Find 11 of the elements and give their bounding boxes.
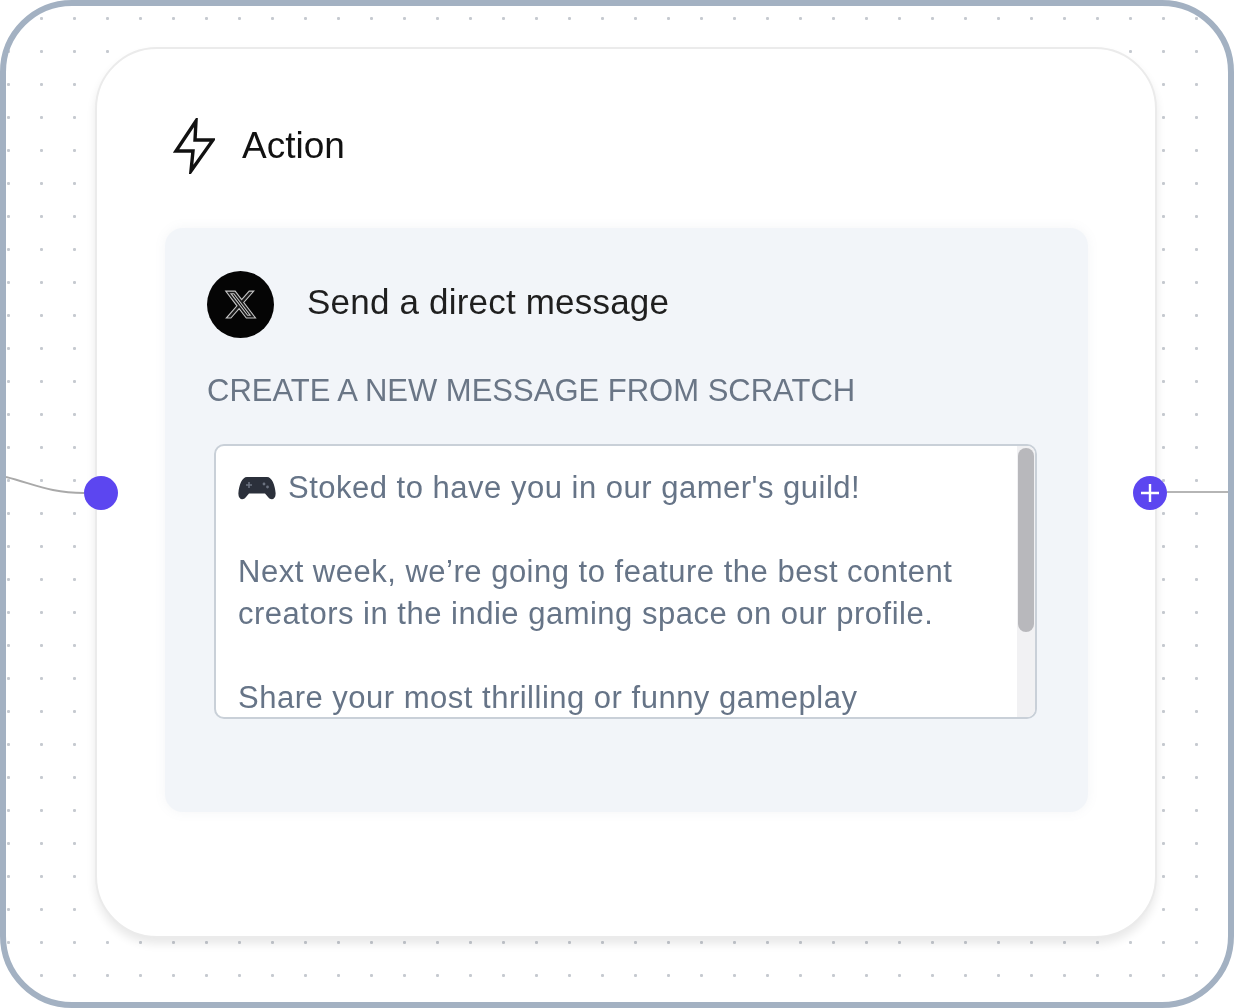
connection-handle[interactable] [84, 476, 118, 510]
connector-line [1167, 491, 1228, 493]
x-logo-icon [207, 271, 274, 338]
lightning-icon [173, 118, 215, 174]
scrollbar-thumb[interactable] [1018, 448, 1034, 632]
step-title: Send a direct message [307, 280, 670, 323]
section-label: CREATE A NEW MESSAGE FROM SCRATCH [207, 372, 857, 410]
node-title: Action [242, 124, 345, 168]
add-step-button[interactable] [1133, 476, 1167, 510]
gamepad-icon [238, 475, 276, 501]
message-field[interactable]: Stoked to have you in our gamer's guild! Next week, we’re going to feature the best content creators in the indie gaming space on our profile. Share your most thrilling or funny gameplay [214, 444, 1037, 719]
